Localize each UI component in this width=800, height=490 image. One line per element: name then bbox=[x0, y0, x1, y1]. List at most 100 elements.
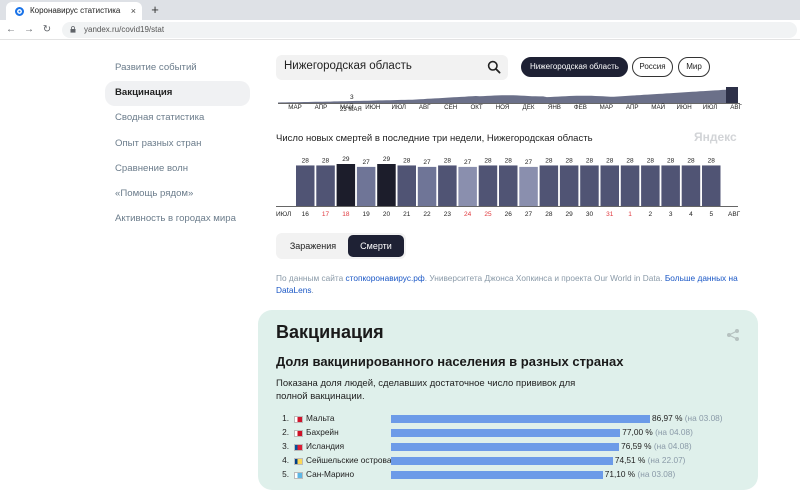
vaccination-date: (на 03.08) bbox=[684, 413, 723, 423]
vaccination-bar bbox=[391, 415, 650, 423]
timeline-month-label: АПР bbox=[314, 104, 328, 111]
new-tab-button[interactable]: + bbox=[148, 3, 162, 17]
forward-arrow-icon[interactable]: → bbox=[22, 22, 36, 38]
region-search-input[interactable]: Нижегородская область bbox=[276, 55, 508, 80]
deaths-day-label: 23 bbox=[444, 211, 452, 218]
deaths-bar[interactable] bbox=[620, 165, 640, 206]
tab-title: Коронавирус статистика bbox=[30, 6, 121, 15]
deaths-bar[interactable] bbox=[438, 165, 457, 206]
deaths-bar[interactable] bbox=[356, 166, 376, 206]
tab-close-icon[interactable]: × bbox=[131, 2, 136, 20]
vaccination-row[interactable]: 3. Исландия 76,59 % (на 04.08) bbox=[276, 440, 746, 454]
deaths-bar-value: 27 bbox=[464, 159, 472, 166]
country-flag-icon bbox=[294, 443, 303, 451]
share-icon[interactable] bbox=[726, 328, 740, 342]
vaccination-bar bbox=[391, 457, 613, 465]
deaths-bar-value: 28 bbox=[444, 157, 452, 164]
vaccination-title: Вакцинация bbox=[276, 322, 384, 342]
deaths-bar[interactable] bbox=[681, 165, 701, 206]
deaths-day-label: 5 bbox=[709, 211, 713, 218]
deaths-bar[interactable] bbox=[600, 165, 620, 206]
sidebar-item-help-nearby[interactable]: «Помощь рядом» bbox=[105, 182, 250, 207]
sidebar-item-events[interactable]: Развитие событий bbox=[105, 56, 250, 81]
vaccination-rank: 3. bbox=[282, 441, 289, 451]
browser-toolbar: ← → ↻ yandex.ru/covid19/stat bbox=[0, 20, 800, 40]
back-arrow-icon[interactable]: ← bbox=[4, 22, 18, 38]
deaths-end-month: АВГ bbox=[728, 211, 741, 218]
vaccination-percent: 76,59 % bbox=[621, 441, 654, 451]
timeline-months: МАР АПР МАЙ ИЮН ИЮЛ АВГ СЕН ОКТ НОЯ ДЕК ЯНВ ФЕВ МАР А… bbox=[278, 104, 742, 114]
deaths-bar[interactable] bbox=[458, 166, 477, 206]
deaths-bar-value: 28 bbox=[322, 157, 330, 164]
vaccination-rank: 1. bbox=[282, 413, 289, 423]
tab-favicon-icon bbox=[15, 7, 24, 16]
browser-tab[interactable]: Коронавирус статистика × bbox=[6, 2, 142, 20]
deaths-day-label: 2 bbox=[649, 211, 653, 218]
vaccination-value: 74,51 % (на 22.07) bbox=[615, 454, 686, 468]
timeline-month-label: НОЯ bbox=[495, 104, 510, 111]
deaths-bar[interactable] bbox=[499, 165, 518, 206]
vaccination-date: (на 04.08) bbox=[655, 427, 693, 437]
deaths-day-label: 30 bbox=[586, 211, 594, 218]
vaccination-row[interactable]: 2. Бахрейн 77,00 % (на 04.08) bbox=[276, 426, 746, 440]
deaths-day-label: 1 bbox=[628, 211, 632, 218]
deaths-bar-value: 28 bbox=[606, 157, 614, 164]
timeline-month-label: ФЕВ bbox=[573, 104, 587, 111]
toggle-deaths[interactable]: Смерти bbox=[348, 235, 404, 257]
deaths-bar[interactable] bbox=[478, 165, 498, 206]
vaccination-rank: 4. bbox=[282, 455, 289, 465]
deaths-bar-value: 28 bbox=[566, 157, 574, 164]
vaccination-value: 71,10 % (на 03.08) bbox=[605, 468, 676, 482]
vaccination-bar bbox=[391, 429, 621, 437]
timeline-month-label: МАР bbox=[288, 104, 302, 111]
pill-world[interactable]: Мир bbox=[678, 57, 710, 77]
vaccination-percent: 74,51 % bbox=[614, 455, 648, 465]
vaccination-card: Вакцинация Доля вакцинированного населен… bbox=[258, 310, 758, 490]
vaccination-row[interactable]: 1. Мальта 86,97 % (на 03.08) bbox=[276, 412, 746, 426]
deaths-bar[interactable] bbox=[519, 166, 538, 206]
deaths-bar[interactable] bbox=[539, 165, 559, 206]
deaths-day-label: 22 bbox=[423, 211, 431, 218]
vaccination-country: Бахрейн bbox=[306, 427, 339, 437]
deaths-bar[interactable] bbox=[296, 165, 315, 206]
sidebar-item-waves[interactable]: Сравнение волн bbox=[105, 157, 250, 182]
deaths-bar-value: 28 bbox=[667, 157, 675, 164]
vaccination-date: (на 04.08) bbox=[653, 441, 692, 451]
vaccination-date: (на 22.07) bbox=[647, 455, 686, 465]
sidebar-item-summary[interactable]: Сводная статистика bbox=[105, 106, 250, 131]
yandex-logo: Яндекс bbox=[694, 130, 737, 144]
sidebar-item-vaccination[interactable]: Вакцинация bbox=[105, 81, 250, 107]
vaccination-row[interactable]: 4. Сейшельские острова 74,51 % (на 22.07) bbox=[276, 454, 746, 468]
sidebar-item-countries[interactable]: Опыт разных стран bbox=[105, 132, 250, 157]
deaths-bar[interactable] bbox=[641, 165, 660, 206]
deaths-bar[interactable] bbox=[417, 166, 437, 206]
deaths-bar[interactable] bbox=[702, 165, 721, 206]
reload-icon[interactable]: ↻ bbox=[40, 22, 54, 38]
deaths-bar[interactable] bbox=[316, 165, 335, 206]
deaths-bar[interactable] bbox=[559, 165, 579, 206]
vaccination-row[interactable]: 5. Сан-Марино 71,10 % (на 03.08) bbox=[276, 468, 746, 482]
deaths-day-label: 24 bbox=[464, 211, 472, 218]
pill-russia[interactable]: Россия bbox=[632, 57, 673, 77]
deaths-day-label: 16 bbox=[302, 211, 310, 218]
timeline-selection-handle[interactable] bbox=[726, 87, 738, 103]
deaths-bar[interactable] bbox=[377, 164, 396, 206]
source-link-stopcoronavirus[interactable]: стопкоронавирус.рф bbox=[346, 273, 425, 283]
address-bar[interactable]: yandex.ru/covid19/stat bbox=[62, 22, 797, 38]
deaths-bar[interactable] bbox=[580, 165, 599, 206]
country-flag-icon bbox=[294, 471, 303, 479]
toggle-infections[interactable]: Заражения bbox=[278, 235, 348, 257]
search-icon[interactable] bbox=[487, 60, 501, 74]
deaths-bar[interactable] bbox=[397, 165, 417, 206]
deaths-bar[interactable] bbox=[336, 164, 356, 206]
deaths-day-label: 29 bbox=[566, 211, 574, 218]
vaccination-percent: 77,00 % bbox=[622, 427, 656, 437]
deaths-bar-value: 28 bbox=[687, 157, 695, 164]
deaths-day-label: 26 bbox=[505, 211, 513, 218]
sidebar-nav: Развитие событий Вакцинация Сводная стат… bbox=[105, 56, 250, 232]
timeline-month-label: МАР bbox=[599, 104, 613, 111]
deaths-bar[interactable] bbox=[661, 165, 680, 206]
pill-nizhny-region[interactable]: Нижегородская область bbox=[521, 57, 628, 77]
sidebar-item-city-activity[interactable]: Активность в городах мира bbox=[105, 207, 250, 232]
region-search-value: Нижегородская область bbox=[284, 60, 412, 72]
